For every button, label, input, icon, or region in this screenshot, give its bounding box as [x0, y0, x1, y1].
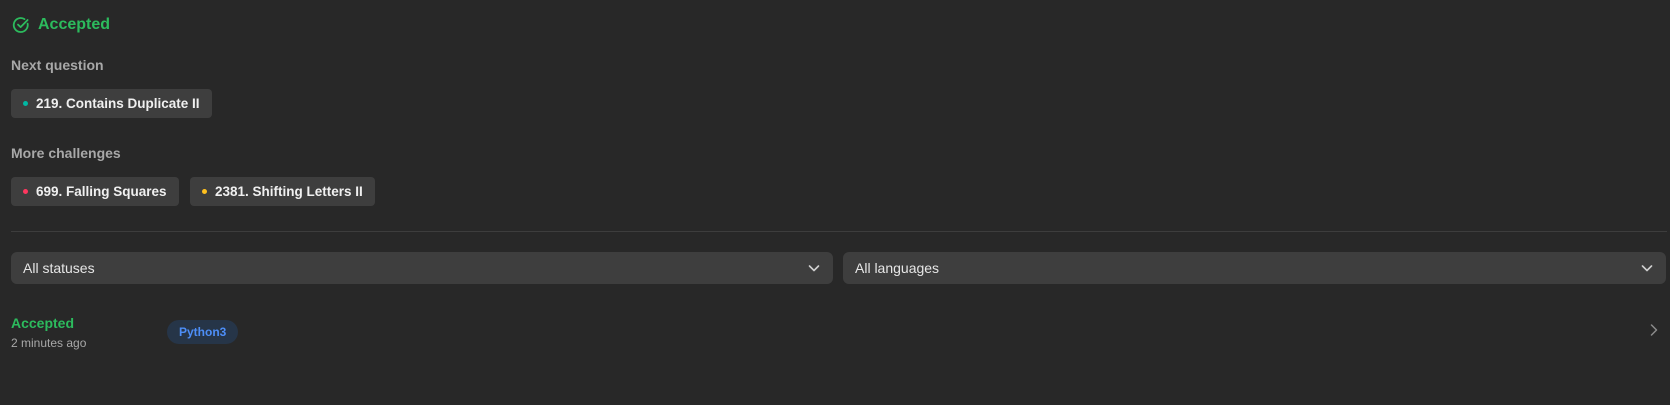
submission-row[interactable]: Accepted 2 minutes ago Python3: [0, 308, 1670, 352]
result-header: Accepted: [12, 16, 110, 34]
next-question-title: 219. Contains Duplicate II: [36, 96, 200, 111]
next-question-chip[interactable]: 219. Contains Duplicate II: [11, 89, 212, 118]
more-challenges-label: More challenges: [11, 145, 121, 161]
challenge-title: 699. Falling Squares: [36, 184, 167, 199]
chevron-down-icon: [1640, 261, 1654, 275]
check-circle-icon: [12, 16, 30, 34]
submission-status: Accepted: [11, 315, 75, 331]
next-question-label: Next question: [11, 57, 104, 73]
language-filter-value: All languages: [855, 260, 940, 276]
chevron-down-icon: [807, 261, 821, 275]
easy-difficulty-dot: [23, 101, 28, 106]
submission-time: 2 minutes ago: [11, 336, 87, 350]
submission-result-panel: Accepted Next question 219. Contains Dup…: [0, 0, 1670, 405]
language-badge: Python3: [167, 320, 239, 344]
language-filter-select[interactable]: All languages: [843, 252, 1666, 284]
medium-difficulty-dot: [202, 189, 207, 194]
status-filter-value: All statuses: [23, 260, 95, 276]
status-filter-select[interactable]: All statuses: [11, 252, 833, 284]
challenge-title: 2381. Shifting Letters II: [215, 184, 363, 199]
hard-difficulty-dot: [23, 189, 28, 194]
challenge-chip-falling-squares[interactable]: 699. Falling Squares: [11, 177, 179, 206]
section-divider: [11, 231, 1667, 232]
chevron-right-icon: [1648, 323, 1660, 337]
challenge-chip-shifting-letters[interactable]: 2381. Shifting Letters II: [190, 177, 375, 206]
result-status-title: Accepted: [38, 16, 111, 33]
